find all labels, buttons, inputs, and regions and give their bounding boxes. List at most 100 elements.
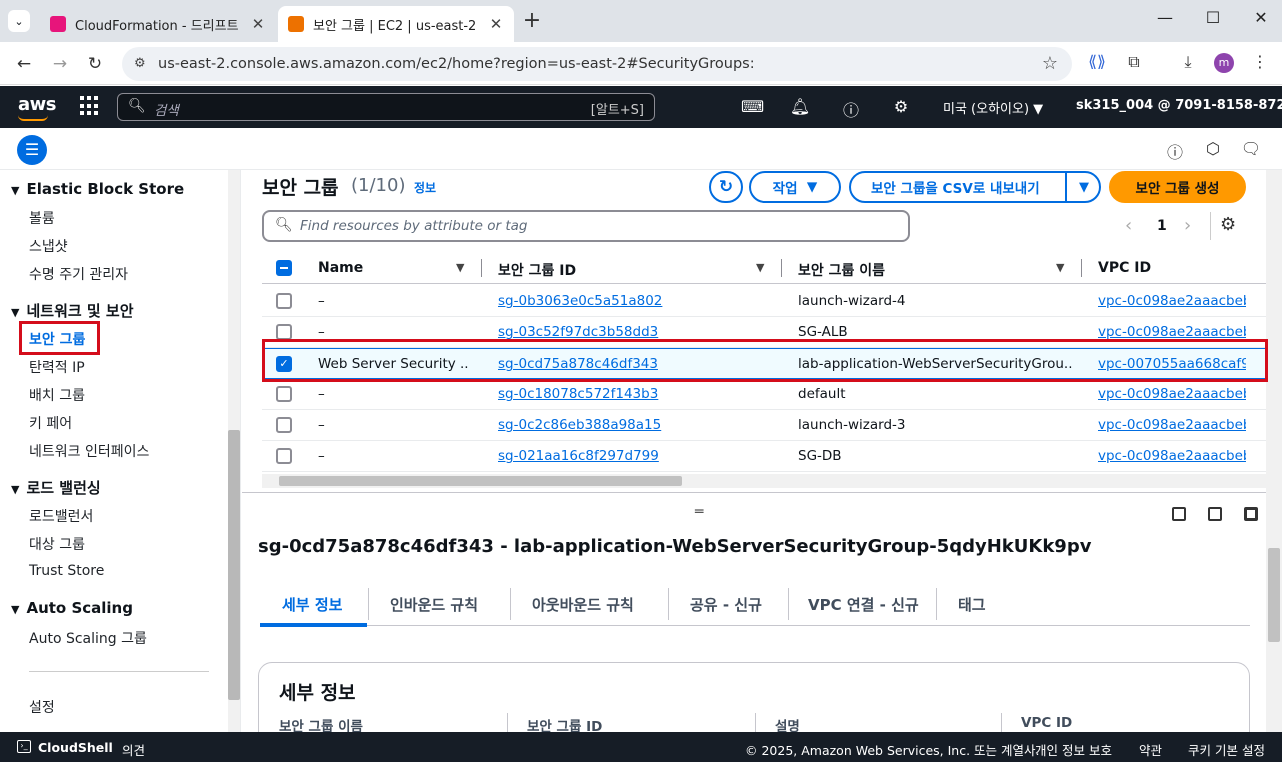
row-checkbox[interactable] — [276, 417, 292, 433]
drag-handle-icon[interactable]: ═ — [695, 504, 703, 520]
close-icon[interactable]: ✕ — [488, 15, 504, 33]
sidebar-section-network-security[interactable]: ▼ 네트워크 및 보안 — [11, 300, 134, 321]
export-dropdown-button[interactable]: ▼ — [1065, 171, 1101, 203]
privacy-link[interactable]: 개인 정보 보호 — [1035, 740, 1112, 759]
puzzle-icon[interactable]: ⧉ — [1122, 52, 1146, 72]
download-icon[interactable]: ⤓ — [1176, 52, 1200, 72]
services-grid-icon[interactable] — [80, 96, 100, 116]
tab-details[interactable]: 세부 정보 — [282, 594, 342, 615]
column-divider[interactable] — [781, 259, 782, 277]
sidebar-item-key-pairs[interactable]: 키 페어 — [29, 413, 72, 433]
table-horizontal-scrollbar[interactable] — [262, 474, 1272, 488]
tab-vpc-associations[interactable]: VPC 연결 - 신규 — [808, 594, 919, 615]
select-all-checkbox[interactable] — [276, 260, 292, 276]
filter-input[interactable]: 🔍︎ Find resources by attribute or tag — [262, 210, 910, 242]
column-header-vpc-id[interactable]: VPC ID — [1098, 260, 1151, 276]
browser-tab-ec2[interactable]: 보안 그룹 | EC2 | us-east-2 ✕ — [278, 6, 514, 42]
column-divider[interactable] — [1081, 259, 1082, 277]
column-divider[interactable] — [481, 259, 482, 277]
cloudshell-link[interactable]: CloudShell — [38, 740, 113, 755]
cloudshell-icon[interactable]: ›_ — [17, 740, 31, 753]
sidebar-section-ebs[interactable]: ▼ Elastic Block Store — [11, 180, 184, 198]
tab-inbound-rules[interactable]: 인바운드 규칙 — [390, 594, 478, 615]
table-settings-gear-icon[interactable]: ⚙ — [1220, 214, 1236, 235]
settings-hex-icon[interactable]: ⬡ — [1202, 139, 1224, 158]
chevron-left-icon[interactable]: ‹ — [1125, 215, 1132, 236]
split-side-icon[interactable] — [1208, 507, 1222, 521]
tab-outbound-rules[interactable]: 아웃바운드 규칙 — [532, 594, 634, 615]
close-icon[interactable]: ✕ — [250, 15, 266, 33]
sidebar-section-auto-scaling[interactable]: ▼ Auto Scaling — [11, 599, 133, 617]
cell-vpc-id-link[interactable]: vpc-0c098ae2aaacbebd — [1098, 417, 1246, 433]
region-selector[interactable]: 미국 (오하이오) ▼ — [943, 98, 1043, 117]
sidebar-item-load-balancers[interactable]: 로드밸런서 — [29, 506, 93, 526]
maximize-icon[interactable]: ☐ — [1198, 8, 1228, 32]
back-arrow-icon[interactable]: ← — [12, 52, 36, 76]
refresh-button[interactable]: ↻ — [709, 171, 743, 203]
new-tab-button[interactable]: + — [520, 8, 544, 33]
cell-sg-id-link[interactable]: sg-021aa16c8f297d799 — [498, 448, 778, 464]
sidebar-item-trust-store[interactable]: Trust Store — [29, 563, 104, 579]
info-link[interactable]: 정보 — [414, 179, 436, 196]
table-row[interactable]: – sg-0b3063e0c5a51a802 launch-wizard-4 vpc-… — [262, 286, 1266, 317]
account-menu[interactable]: sk315_004 @ 7091-8158-8723 ▼ — [1076, 98, 1282, 113]
sidebar-item-target-groups[interactable]: 대상 그룹 — [29, 534, 85, 554]
cookie-preferences-link[interactable]: 쿠키 기본 설정 — [1188, 740, 1265, 759]
sidebar-section-load-balancing[interactable]: ▼ 로드 밸런싱 — [11, 477, 101, 498]
tab-search-button[interactable]: ⌄ — [8, 10, 30, 32]
cloudshell-icon[interactable]: ⌨ — [741, 97, 764, 116]
close-window-icon[interactable]: ✕ — [1246, 8, 1276, 32]
row-checkbox[interactable] — [276, 448, 292, 464]
table-horizontal-scrollbar-thumb[interactable] — [279, 476, 682, 486]
table-row[interactable]: – sg-021aa16c8f297d799 SG-DB vpc-0c098ae2aa… — [262, 441, 1266, 472]
extension-icon[interactable]: ⟪⟫ — [1085, 52, 1109, 71]
row-checkbox[interactable] — [276, 324, 292, 340]
sort-caret-icon[interactable]: ▼ — [756, 261, 764, 274]
sidebar-item-auto-scaling-groups[interactable]: Auto Scaling 그룹 — [29, 628, 147, 648]
cell-vpc-id-link[interactable]: vpc-0c098ae2aaacbebd — [1098, 386, 1246, 402]
sidebar-item-placement-groups[interactable]: 배치 그룹 — [29, 385, 85, 405]
bookmark-star-icon[interactable]: ☆ — [1042, 53, 1058, 74]
row-checkbox[interactable] — [276, 293, 292, 309]
column-header-name[interactable]: Name — [318, 260, 363, 276]
cell-sg-id-link[interactable]: sg-0c18078c572f143b3 — [498, 386, 778, 402]
hamburger-menu-icon[interactable]: ☰ — [17, 135, 47, 165]
sidebar-item-settings[interactable]: 설정 — [29, 697, 55, 717]
help-icon[interactable]: ⓘ — [840, 97, 862, 121]
cell-vpc-id-link[interactable]: vpc-0c098ae2aaacbebd — [1098, 293, 1246, 309]
tab-sharing[interactable]: 공유 - 신규 — [690, 594, 762, 615]
aws-logo[interactable]: aws — [18, 94, 57, 115]
more-menu-icon[interactable]: ⋮ — [1248, 52, 1272, 71]
forward-arrow-icon[interactable]: → — [48, 52, 72, 76]
create-security-group-button[interactable]: 보안 그룹 생성 — [1109, 171, 1246, 203]
actions-button[interactable]: 작업 ▼ — [749, 171, 841, 203]
column-header-sg-name[interactable]: 보안 그룹 이름 — [798, 260, 885, 280]
sort-caret-icon[interactable]: ▼ — [456, 261, 464, 274]
browser-tab-cloudformation[interactable]: CloudFormation - 드리프트 ✕ — [40, 6, 276, 42]
row-checkbox[interactable] — [276, 386, 292, 402]
tab-tags[interactable]: 태그 — [958, 594, 986, 615]
info-icon[interactable]: ⓘ — [1164, 139, 1186, 163]
column-header-sg-id[interactable]: 보안 그룹 ID — [498, 260, 576, 280]
sidebar-item-volumes[interactable]: 볼륨 — [29, 208, 55, 228]
main-vertical-scrollbar[interactable] — [1266, 170, 1282, 732]
feedback-icon[interactable]: 🗨︎ — [1240, 139, 1262, 158]
cell-sg-id-link[interactable]: sg-0b3063e0c5a51a802 — [498, 293, 778, 309]
aws-search-input[interactable]: 🔍︎ 검색 [알트+S] — [117, 93, 655, 121]
split-bottom-icon[interactable] — [1172, 507, 1186, 521]
cell-vpc-id-link[interactable]: vpc-0c098ae2aaacbebd — [1098, 324, 1246, 340]
table-row[interactable]: – sg-0c18078c572f143b3 default vpc-0c098ae2… — [262, 379, 1266, 410]
sidebar-item-snapshots[interactable]: 스냅샷 — [29, 236, 68, 256]
export-csv-button[interactable]: 보안 그룹을 CSV로 내보내기 — [849, 171, 1101, 203]
split-full-icon[interactable] — [1244, 507, 1258, 521]
table-row[interactable]: – sg-0c2c86eb388a98a15 launch-wizard-3 vpc-… — [262, 410, 1266, 441]
sidebar-item-elastic-ip[interactable]: 탄력적 IP — [29, 357, 85, 377]
cell-vpc-id-link[interactable]: vpc-0c098ae2aaacbebd — [1098, 448, 1246, 464]
sidebar-item-network-interfaces[interactable]: 네트워크 인터페이스 — [29, 441, 149, 461]
cell-sg-id-link[interactable]: sg-03c52f97dc3b58dd3 — [498, 324, 778, 340]
address-bar[interactable]: ⚙ us-east-2.console.aws.amazon.com/ec2/h… — [122, 47, 1072, 81]
reload-icon[interactable]: ↻ — [83, 52, 107, 76]
main-vertical-scrollbar-thumb[interactable] — [1268, 548, 1280, 642]
bell-icon[interactable]: 🔔︎ — [789, 97, 811, 116]
split-panel-divider[interactable] — [242, 492, 1282, 493]
